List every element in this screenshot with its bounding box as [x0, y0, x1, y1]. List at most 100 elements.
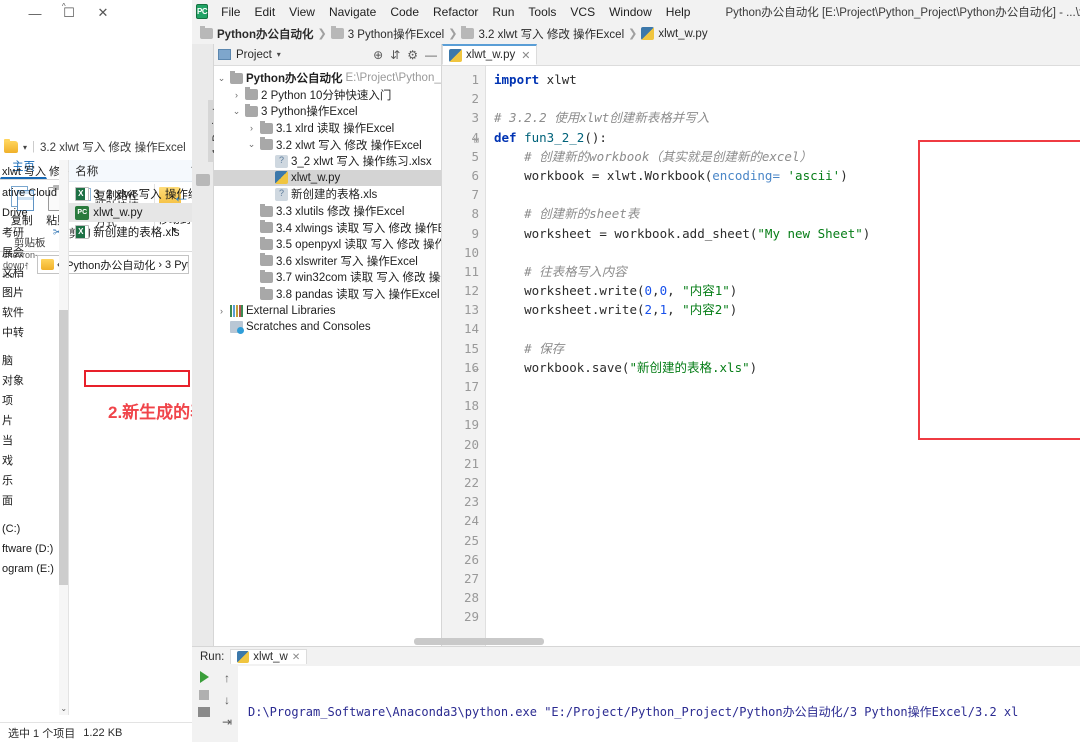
nav-item[interactable]: 戏: [0, 451, 68, 471]
maximize-icon[interactable]: ☐: [52, 0, 86, 26]
code-token: ():: [584, 130, 607, 145]
console-icon[interactable]: [198, 707, 210, 717]
minimize-icon[interactable]: —: [425, 48, 437, 62]
nav-item[interactable]: 图片: [0, 283, 68, 303]
project-tree-node[interactable]: 新创建的表格.xls: [214, 186, 441, 203]
nav-item[interactable]: 项: [0, 391, 68, 411]
nav-item[interactable]: 对象: [0, 371, 68, 391]
project-tree-node[interactable]: xlwt_w.py: [214, 170, 441, 187]
close-icon[interactable]: ✕: [521, 49, 530, 62]
file-row[interactable]: 新创建的表格.xls: [69, 222, 199, 241]
code-token: # 创建新的workbook（其实就是创建新的excel）: [494, 149, 812, 164]
breadcrumb-item-chapter[interactable]: 3 Python操作Excel: [348, 26, 445, 42]
project-tree-node[interactable]: ›2 Python 10分钟快速入门: [214, 87, 441, 104]
nav-item[interactable]: 文档: [0, 263, 68, 283]
file-row[interactable]: xlwt_w.py: [69, 203, 199, 222]
nav-item[interactable]: (C:): [0, 519, 68, 539]
chevron-down-icon[interactable]: ▾: [277, 50, 281, 59]
project-tree-node[interactable]: Scratches and Consoles: [214, 319, 441, 336]
twisty-icon[interactable]: ›: [216, 306, 227, 316]
nav-scroll-thumb[interactable]: [59, 310, 68, 585]
breadcrumb-item-section[interactable]: 3.2 xlwt 写入 修改 操作Excel: [478, 26, 624, 42]
line-number: 21: [442, 454, 485, 473]
project-tree-node[interactable]: 3.4 xlwings 读取 写入 修改 操作Exc: [214, 219, 441, 236]
project-horizontal-scrollbar[interactable]: [414, 638, 544, 645]
twisty-icon[interactable]: ›: [246, 123, 257, 133]
menu-window[interactable]: Window: [602, 3, 659, 21]
menu-view[interactable]: View: [282, 3, 322, 21]
gear-icon[interactable]: ⚙: [407, 48, 418, 62]
run-tab-xlwt-w[interactable]: xlwt_w ✕: [230, 649, 307, 664]
code-content[interactable]: import xlwt # 3.2.2 使用xlwt创建新表格并写入def fu…: [486, 66, 1080, 646]
column-header-name[interactable]: 名称 ^: [69, 160, 199, 182]
code-token: workbook.save(: [494, 360, 629, 375]
project-tree-node[interactable]: 3.6 xlswriter 写入 操作Excel: [214, 253, 441, 270]
menu-file[interactable]: File: [214, 3, 247, 21]
menu-tools[interactable]: Tools: [521, 3, 563, 21]
project-tree-node[interactable]: ›External Libraries: [214, 302, 441, 319]
down-arrow-icon[interactable]: ↓: [224, 693, 230, 707]
run-icon[interactable]: [200, 671, 209, 683]
scroll-down-icon[interactable]: ⌄: [59, 704, 68, 713]
project-panel-title: Project: [236, 49, 272, 61]
breadcrumb-separator: ❯: [448, 27, 457, 40]
close-icon[interactable]: ✕: [292, 652, 300, 663]
code-line: [494, 415, 1080, 434]
project-tree-node[interactable]: ⌄Python办公自动化 E:\Project\Python_Pro: [214, 70, 441, 87]
editor-tab-xlwt-w[interactable]: xlwt_w.py ✕: [442, 44, 537, 65]
menu-code[interactable]: Code: [383, 3, 426, 21]
nav-item[interactable]: 中转: [0, 323, 68, 343]
nav-item[interactable]: 展会: [0, 243, 68, 263]
twisty-icon[interactable]: ⌄: [231, 106, 242, 117]
nav-item[interactable]: 当: [0, 431, 68, 451]
up-arrow-icon[interactable]: ↑: [224, 671, 230, 685]
soft-wrap-icon[interactable]: ⇥: [222, 715, 232, 729]
nav-item[interactable]: 脑: [0, 351, 68, 371]
minimize-icon[interactable]: —: [18, 0, 52, 26]
file-row[interactable]: 3_2 xlwt 写入 操作练: [69, 184, 199, 203]
code-editor[interactable]: 1234567891011121314151617181920212223242…: [442, 66, 1080, 646]
code-fold-icon[interactable]: ⌐: [474, 362, 485, 381]
project-tree-node[interactable]: 3_2 xlwt 写入 操作练习.xlsx: [214, 153, 441, 170]
nav-item[interactable]: 软件: [0, 303, 68, 323]
stop-icon[interactable]: [199, 690, 209, 700]
menu-vcs[interactable]: VCS: [563, 3, 602, 21]
close-icon[interactable]: ✕: [86, 0, 120, 26]
menu-navigate[interactable]: Navigate: [322, 3, 383, 21]
project-tree-node[interactable]: 3.7 win32com 读取 写入 修改 操作E: [214, 269, 441, 286]
menu-run[interactable]: Run: [485, 3, 521, 21]
project-tree-node[interactable]: 3.3 xlutils 修改 操作Excel: [214, 203, 441, 220]
project-tree-node[interactable]: ⌄3 Python操作Excel: [214, 103, 441, 120]
nav-item[interactable]: 面: [0, 491, 68, 511]
code-line: # 创建新的workbook（其实就是创建新的excel）: [494, 147, 1080, 166]
console-output[interactable]: D:\Program_Software\Anaconda3\python.exe…: [238, 666, 1080, 742]
collapse-all-icon[interactable]: ⇵: [390, 48, 400, 62]
nav-scrollbar[interactable]: ^ ⌄: [59, 160, 68, 715]
twisty-icon[interactable]: ⌄: [216, 73, 227, 84]
twisty-icon[interactable]: ›: [231, 90, 242, 100]
nav-item[interactable]: ftware (D:): [0, 539, 68, 559]
project-tree-node[interactable]: 3.8 pandas 读取 写入 操作Excel: [214, 286, 441, 303]
project-tree-node[interactable]: ›3.1 xlrd 读取 操作Excel: [214, 120, 441, 137]
breadcrumb-item-project[interactable]: Python办公自动化: [217, 26, 313, 42]
nav-item[interactable]: Drive: [0, 203, 68, 223]
nav-item[interactable]: ative Cloud F: [0, 183, 68, 203]
project-tree-node[interactable]: 3.5 openpyxl 读取 写入 修改 操作E: [214, 236, 441, 253]
chevron-down-icon[interactable]: ▾: [23, 143, 27, 152]
target-icon[interactable]: ⊕: [373, 48, 383, 62]
code-token: xlwt: [539, 72, 577, 87]
nav-item[interactable]: 考研: [0, 223, 68, 243]
menu-refactor[interactable]: Refactor: [426, 3, 485, 21]
nav-item[interactable]: 乐: [0, 471, 68, 491]
menu-help[interactable]: Help: [659, 3, 698, 21]
column-header-label: 名称: [75, 163, 98, 179]
nav-item[interactable]: ogram (E:): [0, 559, 68, 579]
scroll-up-icon[interactable]: ^: [59, 2, 68, 11]
twisty-icon[interactable]: ⌄: [246, 139, 257, 150]
file-list-pane: 名称 ^ 3_2 xlwt 写入 操作练xlwt_w.py新创建的表格.xls: [69, 160, 199, 715]
code-fold-icon[interactable]: ⊟: [474, 132, 485, 151]
menu-edit[interactable]: Edit: [247, 3, 282, 21]
breadcrumb-item-file[interactable]: xlwt_w.py: [658, 28, 707, 40]
nav-item[interactable]: 片: [0, 411, 68, 431]
project-tree-node[interactable]: ⌄3.2 xlwt 写入 修改 操作Excel: [214, 136, 441, 153]
